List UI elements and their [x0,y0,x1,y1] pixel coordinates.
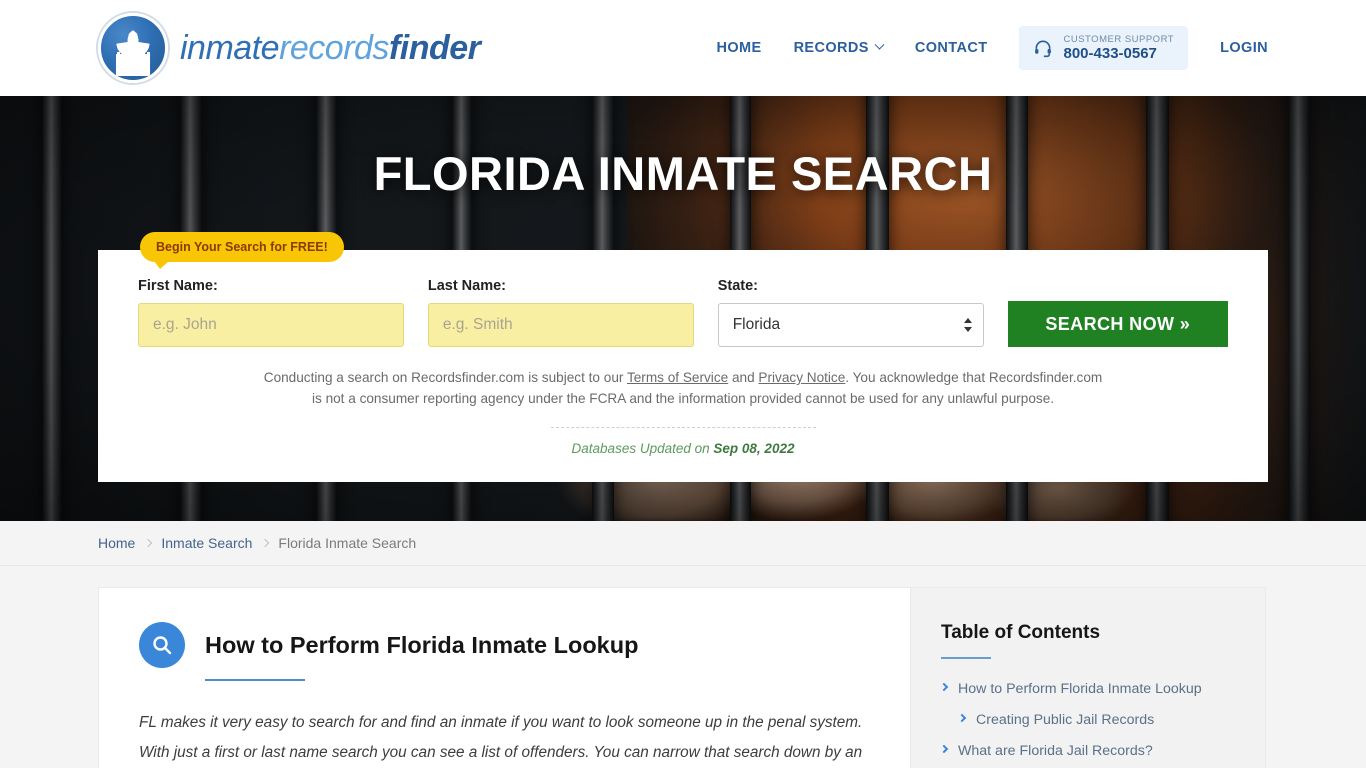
logo-text-finder: finder [388,28,481,67]
form-disclaimer: Conducting a search on Recordsfinder.com… [263,367,1103,409]
breadcrumb-item-current: Florida Inmate Search [278,535,417,551]
nav-item-contact[interactable]: CONTACT [915,40,988,56]
toc-item-2-label: Creating Public Jail Records [976,712,1155,729]
support-label: CUSTOMER SUPPORT [1063,33,1175,45]
breadcrumb-item-home[interactable]: Home [98,535,135,551]
inmate-search-form: Begin Your Search for FREE! First Name: … [98,232,1268,483]
chevron-right-icon [144,538,153,548]
chevron-down-icon [874,40,885,51]
toc-item-1-label: How to Perform Florida Inmate Lookup [958,681,1202,697]
last-name-input[interactable] [427,303,694,347]
nav-item-home[interactable]: HOME [716,40,761,56]
state-select[interactable] [717,303,984,347]
state-label: State: [717,278,758,294]
article-title: How to Perform Florida Inmate Lookup [205,631,639,658]
toc-item-2[interactable]: Creating Public Jail Records [941,711,1235,730]
logo-text-inmate: inmate [180,28,280,67]
seal-columns [115,52,151,74]
first-name-field-group: First Name: [138,278,404,347]
chevron-right-icon [939,682,949,692]
toc-heading-underline [941,657,991,659]
chevron-right-icon [957,713,967,723]
search-circle-icon [139,622,185,668]
breadcrumb: Home Inmate Search Florida Inmate Search [98,535,416,551]
breadcrumb-item-inmate-search[interactable]: Inmate Search [161,535,252,551]
toc-item-3-label: What are Florida Jail Records? [958,743,1153,760]
state-field-group: State: [717,278,984,347]
magnifier-glyph [153,636,172,655]
first-name-label: First Name: [138,278,218,294]
site-logo[interactable]: inmaterecordsfinder [98,13,481,83]
main-navigation: HOME RECORDS CONTACT CUSTOMER SUPPORT 80… [716,25,1268,71]
nav-item-login[interactable]: LOGIN [1220,40,1268,56]
table-of-contents-panel: Table of Contents How to Perform Florida… [910,587,1266,768]
search-now-button[interactable]: SEARCH NOW » [1007,301,1228,347]
nav-item-login-label: LOGIN [1220,39,1268,56]
hero-banner: FLORIDA INMATE SEARCH Begin Your Search … [0,96,1366,521]
form-fields-row: First Name: Last Name: State: SEARCH NOW… [138,278,1228,347]
last-name-label: Last Name: [427,278,507,294]
logo-text-records: records [279,28,389,67]
dashed-divider [550,427,816,429]
support-phone[interactable]: 800-433-0567 [1063,45,1174,62]
updated-date: Sep 08, 2022 [713,441,795,457]
nav-item-records[interactable]: RECORDS [793,39,885,56]
customer-support-badge[interactable]: CUSTOMER SUPPORT 800-433-0567 [1019,25,1189,71]
toc-item-1[interactable]: How to Perform Florida Inmate Lookup [939,680,1235,699]
updated-label: Databases Updated on [571,441,710,457]
site-header: inmaterecordsfinder HOME RECORDS CONTACT… [0,0,1366,96]
terms-of-service-link[interactable]: Terms of Service [627,370,728,385]
logo-wordmark: inmaterecordsfinder [180,28,481,68]
breadcrumb-bar: Home Inmate Search Florida Inmate Search [0,521,1366,566]
toc-item-3[interactable]: What are Florida Jail Records? [939,742,1235,761]
nav-item-home-label: HOME [716,39,762,56]
article-card: How to Perform Florida Inmate Lookup FL … [98,587,910,768]
nav-item-contact-label: CONTACT [914,39,988,56]
disclaimer-part-2: and [728,370,759,385]
nav-item-records-label: RECORDS [793,39,869,56]
article-header: How to Perform Florida Inmate Lookup [139,622,870,668]
toc-heading: Table of Contents [941,622,1101,643]
privacy-notice-link[interactable]: Privacy Notice [758,370,845,385]
last-name-field-group: Last Name: [427,278,694,347]
toc-list: How to Perform Florida Inmate Lookup Cre… [939,680,1235,768]
page-content: How to Perform Florida Inmate Lookup FL … [0,566,1366,768]
capitol-seal-icon [98,13,168,83]
page-title: FLORIDA INMATE SEARCH [373,147,993,200]
database-updated-text: Databases Updated on Sep 08, 2022 [138,441,1228,456]
article-paragraph: FL makes it very easy to search for and … [139,714,863,761]
disclaimer-part-1: Conducting a search on Recordsfinder.com… [263,370,627,385]
chevron-right-icon [261,538,270,548]
article-title-underline [205,679,305,681]
headset-icon [1035,40,1052,58]
first-name-input[interactable] [138,303,404,347]
chevron-right-icon [939,745,949,754]
free-search-badge: Begin Your Search for FREE! [140,232,344,269]
